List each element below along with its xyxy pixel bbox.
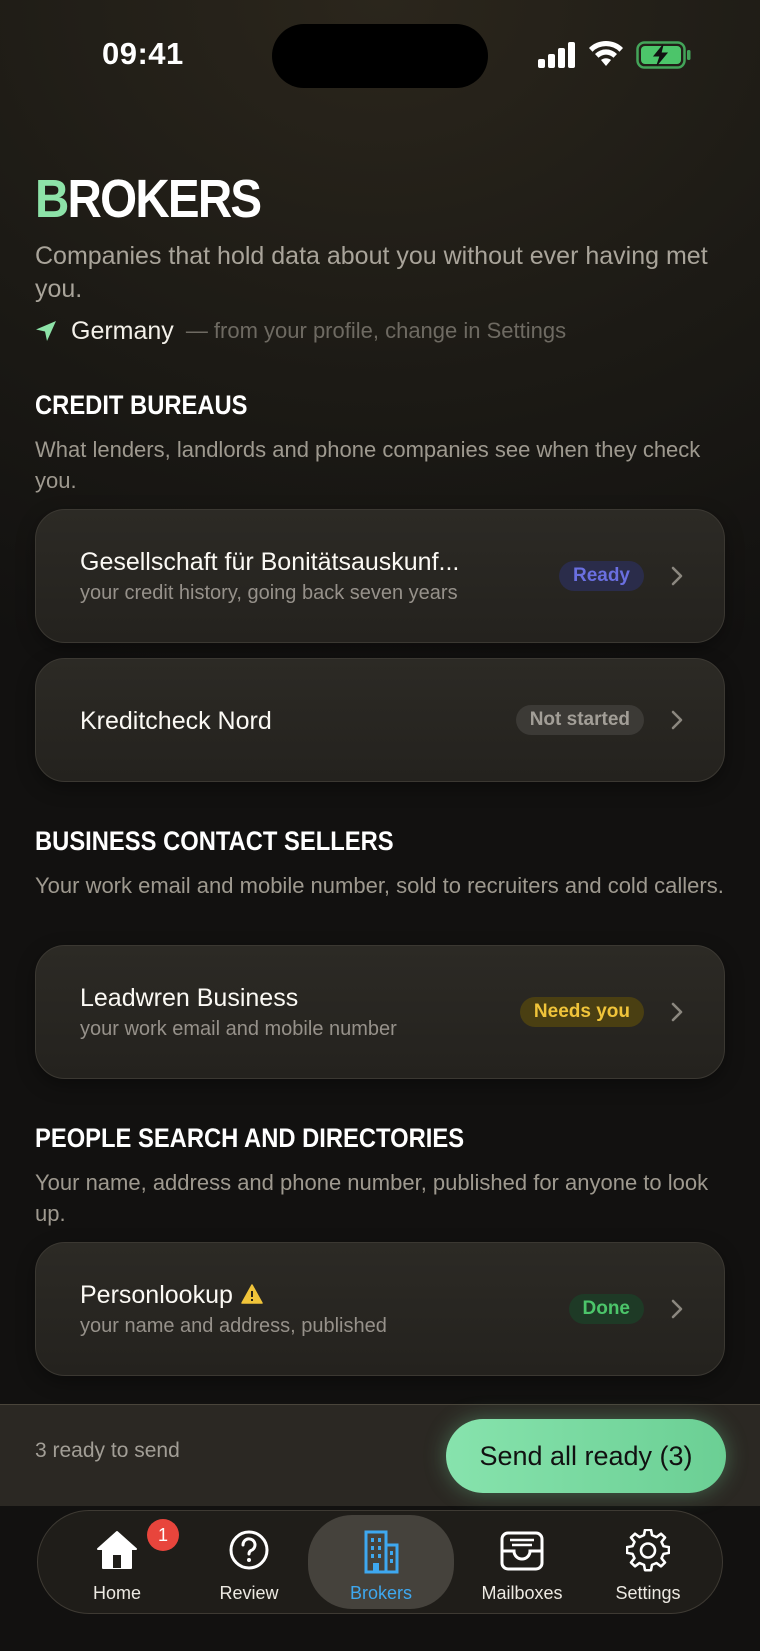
status-bar: 09:41 — [0, 0, 760, 110]
page-title-rest: ROKERS — [67, 169, 263, 229]
location-arrow-icon — [36, 321, 56, 341]
page-subtitle: Companies that hold data about you witho… — [35, 242, 708, 303]
send-bar: 3 ready to send Send all ready (3) — [0, 1404, 760, 1506]
tab-settings[interactable]: Settings — [582, 1511, 714, 1615]
battery-charging-icon — [636, 41, 691, 69]
chevron-right-icon — [671, 710, 683, 730]
gear-icon — [626, 1529, 670, 1572]
ready-count-text: 3 ready to send — [35, 1439, 180, 1462]
broker-description: your name and address, published — [80, 1315, 387, 1337]
status-time: 09:41 — [102, 36, 184, 71]
tab-label: Review — [219, 1583, 279, 1603]
page-title: BROKERS — [35, 168, 263, 230]
broker-name: Kreditcheck Nord — [80, 707, 272, 735]
dynamic-island — [272, 24, 488, 88]
broker-card-kreditcheck-nord[interactable]: Kreditcheck Nord Not started — [35, 658, 725, 782]
broker-description: your credit history, going back seven ye… — [80, 582, 458, 604]
building-icon — [364, 1530, 399, 1574]
tab-bar: 1 Home Review Brokers Mailboxes Settings — [37, 1510, 723, 1614]
notification-badge: 1 — [147, 1519, 179, 1551]
page-title-accent: B — [35, 169, 69, 229]
tab-label: Mailboxes — [481, 1583, 563, 1603]
status-badge: Not started — [515, 705, 644, 735]
broker-card-gesellschaft[interactable]: Gesellschaft für Bonitätsauskunf... your… — [35, 509, 725, 643]
broker-name: Gesellschaft für Bonitätsauskunf... — [80, 548, 460, 576]
chevron-right-icon — [671, 1299, 683, 1319]
tab-brokers[interactable]: Brokers — [308, 1515, 454, 1609]
section-description-credit-bureaus: What lenders, landlords and phone compan… — [35, 437, 701, 493]
section-title-people-search: PEOPLE SEARCH AND DIRECTORIES — [35, 1123, 465, 1153]
status-badge: Needs you — [519, 997, 644, 1027]
location-row: Germany — from your profile, change in S… — [35, 314, 566, 348]
tab-mailboxes[interactable]: Mailboxes — [456, 1511, 588, 1615]
broker-name-row: Personlookup — [80, 1281, 263, 1310]
tab-review[interactable]: Review — [183, 1511, 315, 1615]
send-all-ready-button[interactable]: Send all ready (3) — [446, 1419, 726, 1493]
wifi-icon — [589, 40, 623, 66]
broker-description: your work email and mobile number — [80, 1018, 397, 1040]
broker-name: Personlookup — [80, 1281, 233, 1309]
tab-label: Brokers — [349, 1583, 412, 1603]
status-badge: Done — [568, 1294, 644, 1324]
section-description-business-contact-sellers: Your work email and mobile number, sold … — [35, 873, 724, 898]
broker-card-leadwren-business[interactable]: Leadwren Business your work email and mo… — [35, 945, 725, 1079]
warning-icon — [241, 1284, 263, 1305]
location-name: Germany — [71, 316, 174, 345]
tab-label: Home — [92, 1583, 141, 1603]
location-note: — from your profile, change in Settings — [185, 318, 567, 343]
broker-card-personlookup[interactable]: Personlookup your name and address, publ… — [35, 1242, 725, 1376]
section-title-credit-bureaus: CREDIT BUREAUS — [35, 390, 248, 420]
home-icon — [97, 1531, 137, 1569]
cellular-signal-icon — [538, 42, 575, 68]
broker-name: Leadwren Business — [80, 984, 299, 1012]
status-badge: Ready — [558, 561, 644, 591]
section-title-business-contact-sellers: BUSINESS CONTACT SELLERS — [35, 826, 394, 856]
tab-label: Settings — [615, 1583, 681, 1603]
chevron-right-icon — [671, 1002, 683, 1022]
chevron-right-icon — [671, 566, 683, 586]
section-description-people-search: Your name, address and phone number, pub… — [35, 1170, 709, 1226]
inbox-icon — [500, 1531, 544, 1571]
tab-home[interactable]: 1 Home — [51, 1511, 183, 1615]
question-circle-icon — [229, 1530, 269, 1570]
